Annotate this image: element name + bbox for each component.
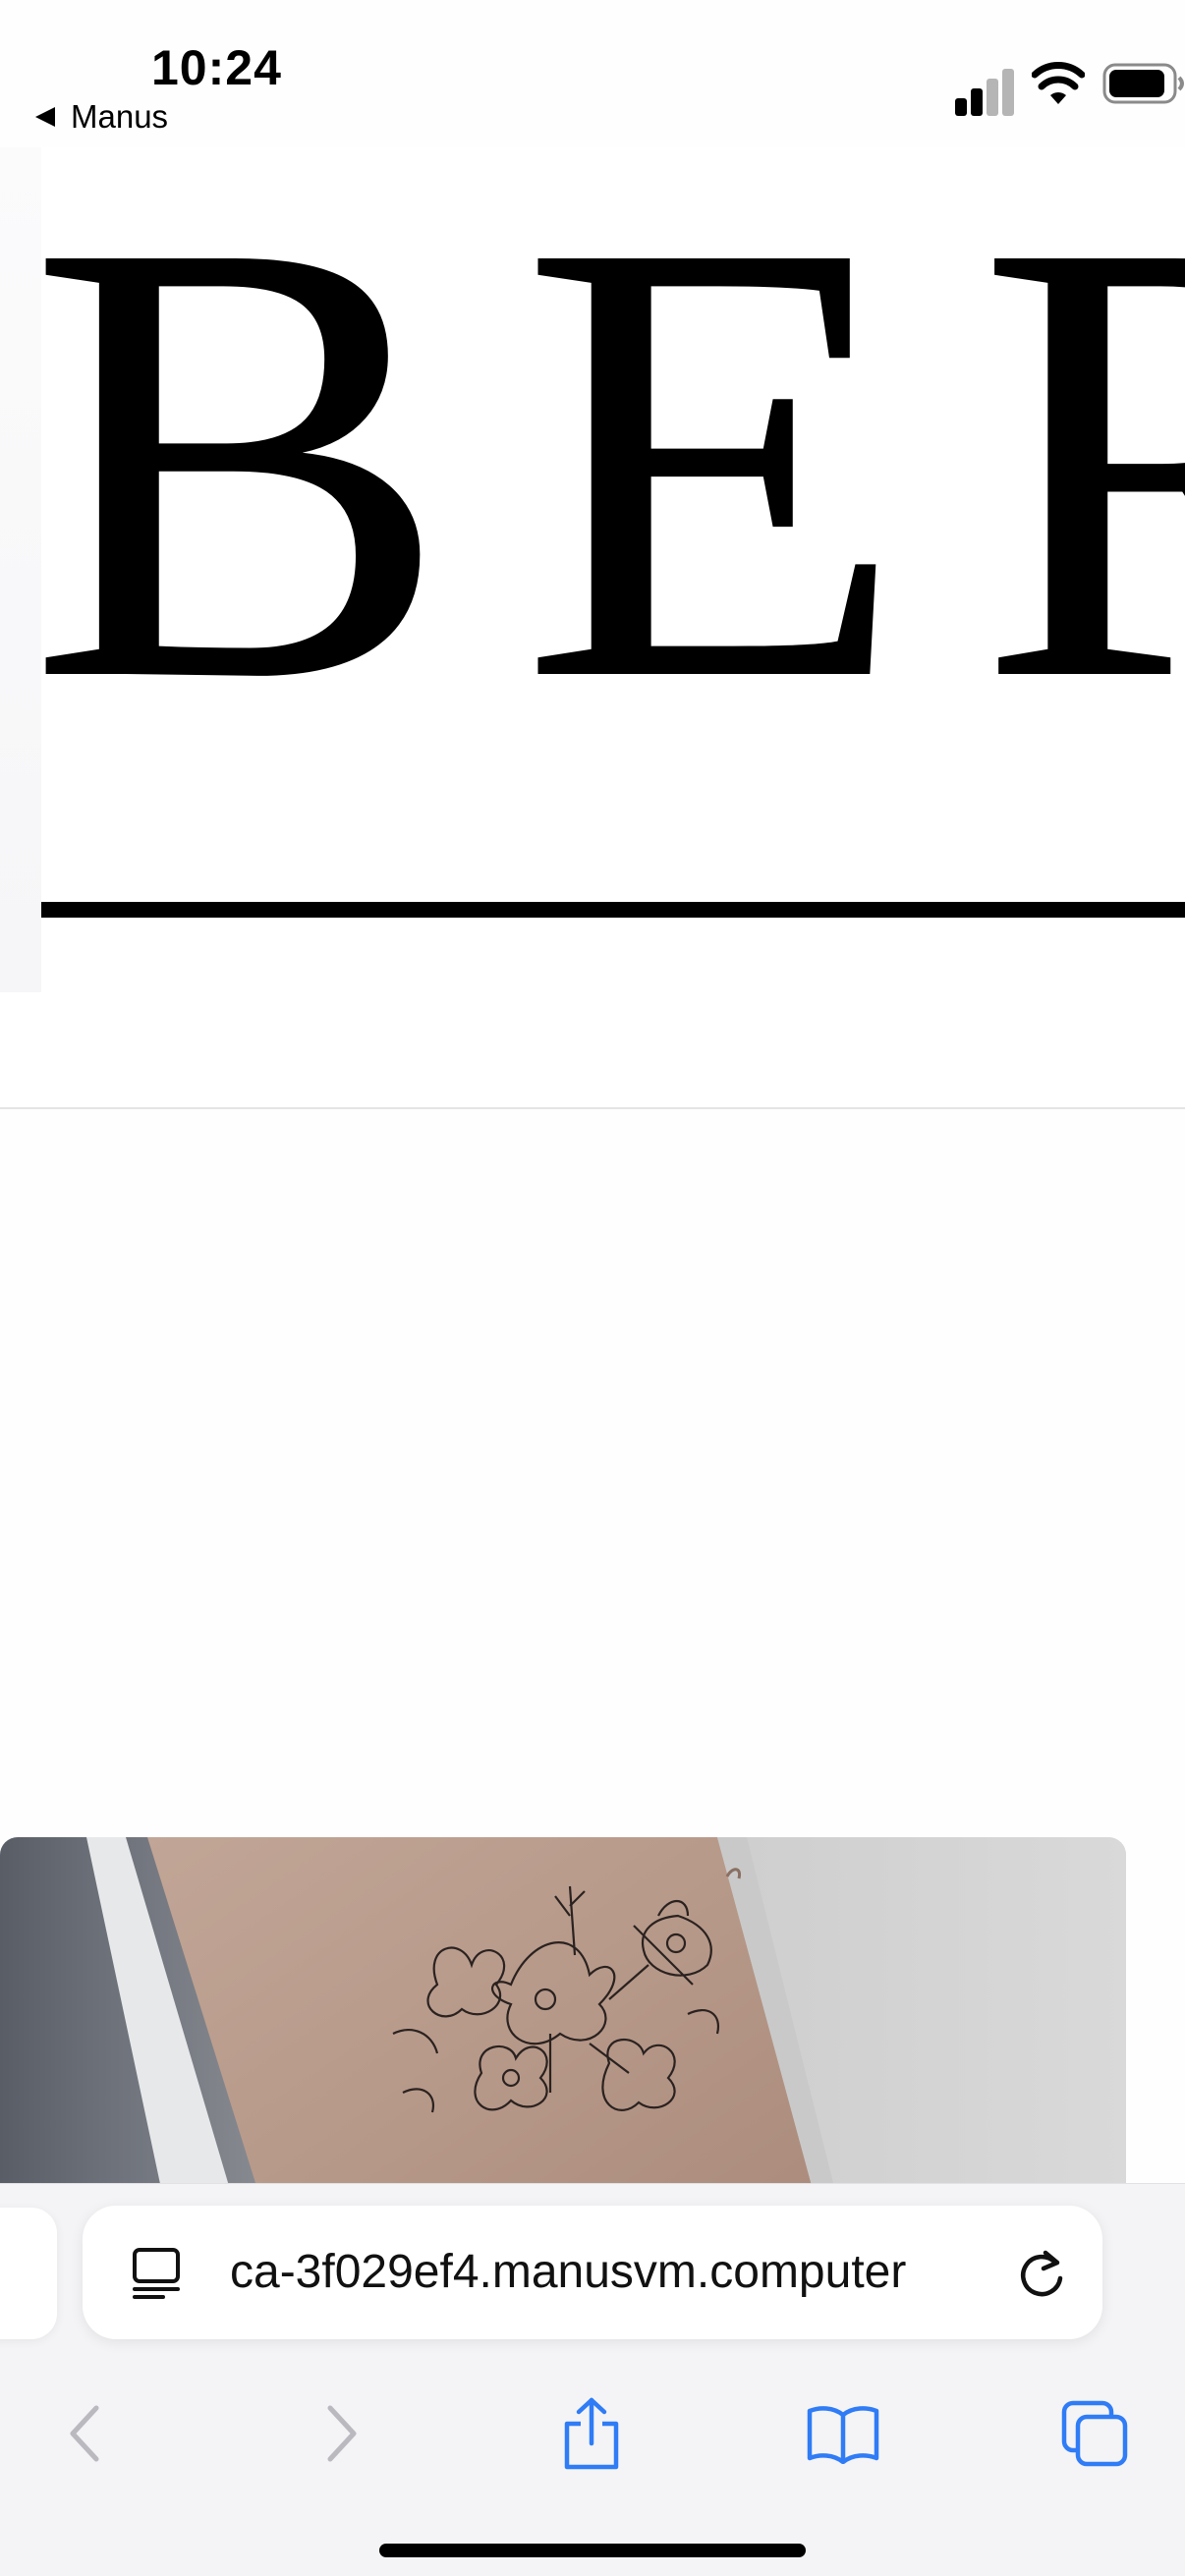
tabs-button[interactable] bbox=[1045, 2384, 1144, 2483]
home-indicator[interactable] bbox=[379, 2544, 806, 2557]
wifi-icon bbox=[1032, 62, 1085, 104]
browser-toolbar bbox=[0, 2375, 1185, 2492]
header-divider bbox=[0, 1107, 1185, 1109]
site-logo-header: BER bbox=[0, 147, 1185, 1108]
forward-icon bbox=[327, 2405, 357, 2462]
address-bar[interactable]: ca-3f029ef4.manusvm.computer bbox=[83, 2206, 1102, 2339]
logo-left-strip bbox=[0, 147, 41, 992]
battery-icon bbox=[1102, 63, 1184, 104]
tabs-icon bbox=[1061, 2400, 1128, 2467]
share-button[interactable] bbox=[542, 2384, 641, 2483]
cellular-signal-icon bbox=[951, 59, 1016, 116]
site-logo[interactable]: BER bbox=[39, 210, 1185, 701]
back-to-app-button[interactable]: Manus bbox=[35, 98, 168, 136]
page-menu-icon[interactable] bbox=[132, 2247, 181, 2300]
back-button[interactable] bbox=[35, 2384, 134, 2483]
status-icons bbox=[890, 59, 1185, 118]
logo-underline bbox=[41, 902, 1185, 918]
bookmarks-button[interactable] bbox=[794, 2384, 892, 2483]
previous-tab-pill[interactable] bbox=[0, 2208, 57, 2339]
tattoo-image-card[interactable] bbox=[0, 1837, 1126, 2183]
reload-icon[interactable] bbox=[1016, 2249, 1067, 2300]
back-app-label: Manus bbox=[71, 98, 169, 135]
url-text[interactable]: ca-3f029ef4.manusvm.computer bbox=[230, 2206, 987, 2339]
web-content: BER bbox=[0, 147, 1185, 2183]
bookmarks-icon bbox=[807, 2406, 879, 2464]
back-triangle-icon bbox=[35, 107, 55, 127]
tattoo-photo bbox=[0, 1837, 1126, 2183]
forward-button[interactable] bbox=[293, 2384, 391, 2483]
logo-text: BER bbox=[39, 210, 1185, 701]
share-icon bbox=[564, 2397, 619, 2470]
url-value: ca-3f029ef4.manusvm.computer bbox=[230, 2246, 907, 2298]
back-icon bbox=[70, 2405, 99, 2462]
browser-bottom-bar: ca-3f029ef4.manusvm.computer bbox=[0, 2183, 1185, 2576]
status-time: 10:24 bbox=[151, 40, 282, 95]
status-bar: 10:24 Manus bbox=[0, 0, 1185, 147]
